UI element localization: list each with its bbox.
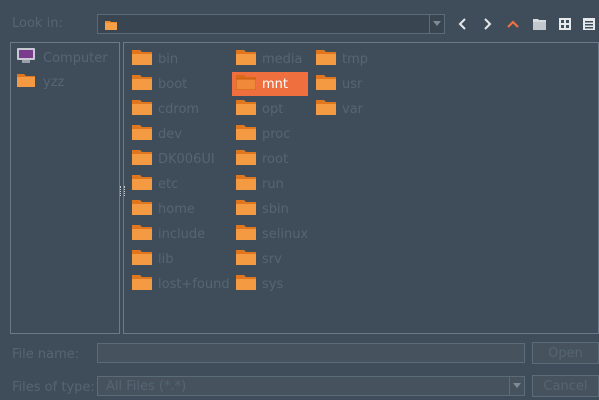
folder-icon (236, 274, 256, 294)
cancel-button-label: Cancel (543, 378, 588, 394)
folder-icon (316, 99, 336, 119)
folder-icon (236, 49, 256, 69)
folder-icon (132, 74, 152, 94)
file-name: tmp (342, 51, 369, 67)
file-name: DK006UI (158, 151, 215, 167)
file-view: bin boot cdrom dev DK006UI etc home incl… (123, 42, 599, 334)
sidebar-item-label: yzz (43, 74, 65, 90)
folder-icon (236, 199, 256, 219)
list-item[interactable]: var (312, 97, 382, 121)
list-item[interactable]: include (128, 222, 228, 246)
list-item[interactable]: boot (128, 72, 228, 96)
file-name: sbin (262, 201, 289, 217)
file-type-select[interactable]: All Files (*.*) (97, 376, 525, 396)
open-button[interactable]: Open (532, 342, 599, 364)
list-item[interactable]: usr (312, 72, 382, 96)
file-name: sys (262, 276, 284, 292)
computer-icon (17, 48, 35, 68)
file-name: include (158, 226, 206, 242)
list-item[interactable]: bin (128, 47, 228, 71)
folder-icon (236, 174, 256, 194)
folder-icon (236, 224, 256, 244)
list-item[interactable]: media (232, 47, 308, 71)
list-item-selected[interactable]: mnt (232, 72, 308, 96)
file-name: boot (158, 76, 188, 92)
sidebar: Computer yzz (10, 42, 120, 334)
file-name: media (262, 51, 303, 67)
file-name: lost+found (158, 276, 230, 292)
list-item[interactable]: etc (128, 172, 228, 196)
sidebar-item-computer[interactable]: Computer (17, 47, 108, 69)
folder-icon (132, 149, 152, 169)
file-name: home (158, 201, 195, 217)
forward-arrow-icon[interactable] (478, 14, 498, 34)
folder-icon (236, 99, 256, 119)
folder-icon (316, 74, 336, 94)
list-item[interactable]: srv (232, 247, 308, 271)
file-name: root (262, 151, 289, 167)
folder-icon (17, 73, 35, 91)
list-item[interactable]: proc (232, 122, 308, 146)
look-in-label: Look in: (12, 16, 63, 31)
file-name: proc (262, 126, 291, 142)
path-combo[interactable] (97, 14, 445, 34)
list-item[interactable]: cdrom (128, 97, 228, 121)
parent-directory-icon[interactable] (503, 14, 523, 34)
folder-icon (132, 199, 152, 219)
folder-icon (132, 124, 152, 144)
chevron-down-icon[interactable] (509, 377, 524, 395)
list-item[interactable]: home (128, 197, 228, 221)
new-folder-icon[interactable] (530, 14, 550, 34)
folder-icon (236, 149, 256, 169)
list-item[interactable]: lib (128, 247, 228, 271)
folder-icon (235, 74, 257, 94)
file-name: cdrom (158, 101, 200, 117)
folder-icon (105, 19, 117, 34)
list-item[interactable]: sbin (232, 197, 308, 221)
file-name: var (342, 101, 364, 117)
folder-icon (132, 274, 152, 294)
file-name: srv (262, 251, 282, 267)
folder-icon (236, 124, 256, 144)
list-item[interactable]: lost+found (128, 272, 233, 296)
file-name-input[interactable] (97, 343, 525, 363)
folder-icon (132, 174, 152, 194)
folder-icon (132, 224, 152, 244)
files-of-type-label: Files of type: (12, 380, 95, 395)
chevron-down-icon[interactable] (429, 15, 444, 33)
file-name: selinux (262, 226, 309, 242)
list-item[interactable]: root (232, 147, 308, 171)
file-name: opt (262, 101, 284, 117)
list-view-icon[interactable] (579, 14, 599, 34)
file-name: dev (158, 126, 182, 142)
folder-icon (132, 249, 152, 269)
list-item[interactable]: DK006UI (128, 147, 228, 171)
list-item[interactable]: run (232, 172, 308, 196)
file-type-value: All Files (*.*) (106, 379, 187, 394)
list-item[interactable]: selinux (232, 222, 308, 246)
folder-icon (132, 99, 152, 119)
folder-icon (132, 49, 152, 69)
list-item[interactable]: tmp (312, 47, 382, 71)
file-name: etc (158, 176, 179, 192)
file-name: bin (158, 51, 179, 67)
file-name: run (262, 176, 284, 192)
list-item[interactable]: sys (232, 272, 308, 296)
folder-icon (316, 49, 336, 69)
folder-icon (236, 249, 256, 269)
list-item[interactable]: dev (128, 122, 228, 146)
file-name-label: File name: (12, 347, 80, 362)
cancel-button[interactable]: Cancel (532, 375, 599, 397)
list-item[interactable]: opt (232, 97, 308, 121)
sidebar-item-yzz[interactable]: yzz (17, 71, 64, 93)
file-name: mnt (262, 76, 288, 92)
back-arrow-icon[interactable] (452, 14, 472, 34)
file-name: lib (158, 251, 174, 267)
detail-view-icon[interactable] (555, 14, 575, 34)
file-name: usr (342, 76, 363, 92)
sidebar-item-label: Computer (43, 50, 108, 66)
open-button-label: Open (548, 345, 583, 361)
